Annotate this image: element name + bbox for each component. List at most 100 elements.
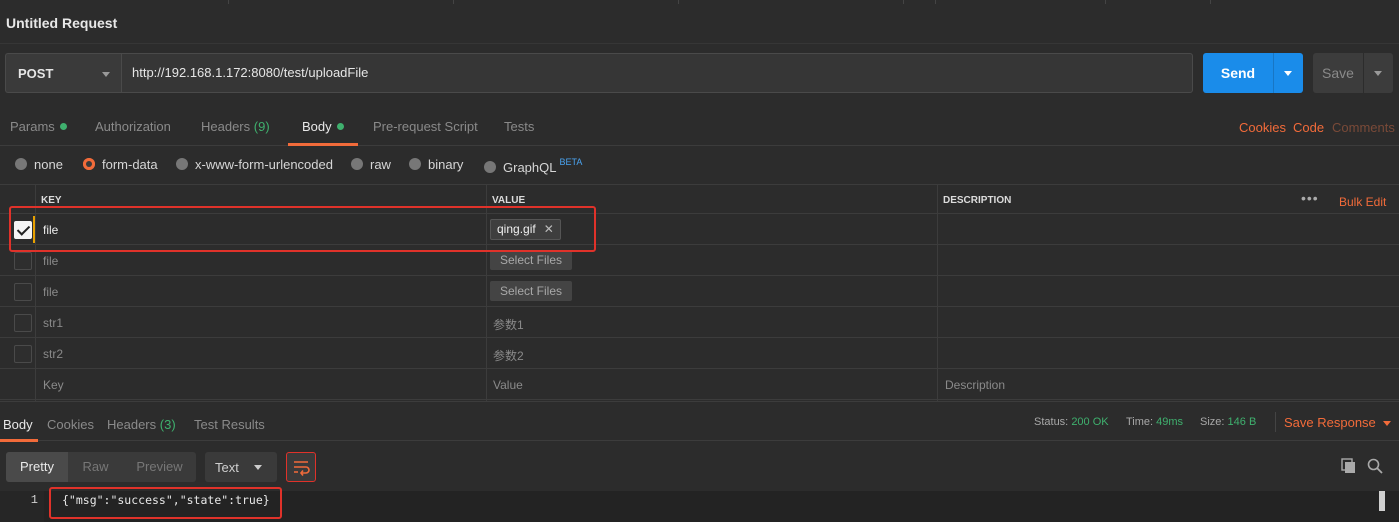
status-readout: Status: 200 OK xyxy=(1034,416,1109,428)
save-response-label: Save Response xyxy=(1284,415,1376,430)
code-link[interactable]: Code xyxy=(1293,120,1324,135)
save-response-button[interactable]: Save Response xyxy=(1284,415,1391,430)
beta-badge: BETA xyxy=(559,157,583,167)
tab-headers-label: Headers xyxy=(201,119,251,134)
wrap-line-button[interactable] xyxy=(286,452,316,482)
radio-urlencoded[interactable]: x-www-form-urlencoded xyxy=(176,157,333,172)
radio-raw-label: raw xyxy=(370,157,391,172)
comments-link[interactable]: Comments xyxy=(1332,120,1395,135)
key-cell[interactable]: file xyxy=(43,254,58,268)
row-checkbox[interactable] xyxy=(14,283,32,301)
scrollbar[interactable] xyxy=(1379,491,1385,511)
chevron-down-icon xyxy=(102,72,110,77)
bulk-edit-button[interactable]: Bulk Edit xyxy=(1339,195,1386,209)
tab-tests[interactable]: Tests xyxy=(504,119,534,134)
time-value: 49ms xyxy=(1156,416,1184,428)
value-cell[interactable]: 参数2 xyxy=(493,347,524,364)
response-tab-cookies[interactable]: Cookies xyxy=(47,417,94,432)
radio-icon xyxy=(351,158,363,170)
tab-body-label: Body xyxy=(302,119,332,134)
select-files-button[interactable]: Select Files xyxy=(490,250,572,270)
url-input[interactable]: http://192.168.1.172:8080/test/uploadFil… xyxy=(121,53,1193,93)
size-readout: Size: 146 B xyxy=(1200,416,1256,428)
key-input[interactable]: Key xyxy=(43,378,64,392)
view-preview-button[interactable]: Preview xyxy=(123,452,196,482)
chevron-down-icon[interactable] xyxy=(1374,71,1382,76)
radio-icon xyxy=(15,158,27,170)
highlight-box xyxy=(49,487,282,519)
save-button[interactable]: Save xyxy=(1313,53,1393,93)
highlight-box xyxy=(9,206,596,252)
response-tab-body[interactable]: Body xyxy=(3,417,33,432)
format-select[interactable]: Text xyxy=(205,452,277,482)
request-title[interactable]: Untitled Request xyxy=(6,15,117,31)
time-label: Time: xyxy=(1126,416,1154,428)
tab-authorization[interactable]: Authorization xyxy=(95,119,171,134)
radio-none-label: none xyxy=(34,157,63,172)
response-tab-test-results[interactable]: Test Results xyxy=(194,417,265,432)
select-files-button[interactable]: Select Files xyxy=(490,281,572,301)
radio-icon xyxy=(484,161,496,173)
divider xyxy=(1275,412,1276,432)
tab-headers[interactable]: Headers (9) xyxy=(201,119,270,134)
radio-selected-icon xyxy=(83,158,95,170)
value-cell[interactable]: 参数1 xyxy=(493,316,524,333)
radio-raw[interactable]: raw xyxy=(351,157,391,172)
search-icon[interactable] xyxy=(1366,457,1384,475)
row-checkbox[interactable] xyxy=(14,314,32,332)
status-label: Status: xyxy=(1034,416,1069,428)
size-label: Size: xyxy=(1200,416,1225,428)
chevron-down-icon xyxy=(254,465,262,470)
title-bar: Untitled Request xyxy=(0,0,1399,44)
radio-graphql[interactable]: GraphQL BETA xyxy=(484,157,582,175)
radio-binary[interactable]: binary xyxy=(409,157,463,172)
chevron-down-icon[interactable] xyxy=(1284,71,1292,76)
more-icon[interactable]: ••• xyxy=(1301,190,1319,206)
table-row-new: Key Value Description xyxy=(0,369,1399,400)
row-checkbox[interactable] xyxy=(14,252,32,270)
radio-graphql-label: GraphQL xyxy=(503,160,557,175)
radio-form-data-label: form-data xyxy=(102,157,158,172)
response-headers-count: (3) xyxy=(159,417,176,432)
wrap-icon xyxy=(294,461,310,476)
response-tab-headers[interactable]: Headers (3) xyxy=(107,417,176,432)
column-header-description: DESCRIPTION xyxy=(943,195,1012,206)
view-mode-group: Pretty Raw Preview xyxy=(6,452,196,482)
radio-form-data[interactable]: form-data xyxy=(83,157,158,172)
status-value: 200 OK xyxy=(1071,416,1109,428)
view-pretty-button[interactable]: Pretty xyxy=(6,452,68,482)
tab-body[interactable]: Body xyxy=(302,119,344,134)
description-input[interactable]: Description xyxy=(945,378,1005,392)
send-button[interactable]: Send xyxy=(1203,53,1303,93)
row-checkbox[interactable] xyxy=(14,345,32,363)
radio-urlencoded-label: x-www-form-urlencoded xyxy=(195,157,333,172)
save-label: Save xyxy=(1322,65,1354,81)
chevron-down-icon xyxy=(1382,421,1391,426)
key-cell[interactable]: str2 xyxy=(43,347,63,361)
radio-binary-label: binary xyxy=(428,157,464,172)
radio-icon xyxy=(176,158,188,170)
url-bar: POST http://192.168.1.172:8080/test/uplo… xyxy=(0,44,1399,106)
radio-none[interactable]: none xyxy=(15,157,63,172)
radio-icon xyxy=(409,158,421,170)
tab-strip xyxy=(0,0,1399,4)
cookies-link[interactable]: Cookies xyxy=(1239,120,1286,135)
method-select[interactable]: POST xyxy=(5,53,121,93)
key-cell[interactable]: str1 xyxy=(43,316,63,330)
table-row: str2 参数2 xyxy=(0,338,1399,369)
tab-params[interactable]: Params xyxy=(10,119,67,134)
table-row: file Select Files xyxy=(0,276,1399,307)
view-raw-button[interactable]: Raw xyxy=(68,452,123,482)
tab-params-label: Params xyxy=(10,119,55,134)
format-label: Text xyxy=(215,460,239,475)
status-dot xyxy=(59,123,67,130)
send-label: Send xyxy=(1220,65,1256,81)
table-row: str1 参数1 xyxy=(0,307,1399,338)
tab-prerequest-script[interactable]: Pre-request Script xyxy=(373,119,478,134)
copy-icon[interactable] xyxy=(1340,457,1358,475)
status-dot xyxy=(336,123,344,130)
key-cell[interactable]: file xyxy=(43,285,58,299)
value-input[interactable]: Value xyxy=(493,378,523,392)
time-readout: Time: 49ms xyxy=(1126,416,1183,428)
headers-count: (9) xyxy=(253,119,270,134)
